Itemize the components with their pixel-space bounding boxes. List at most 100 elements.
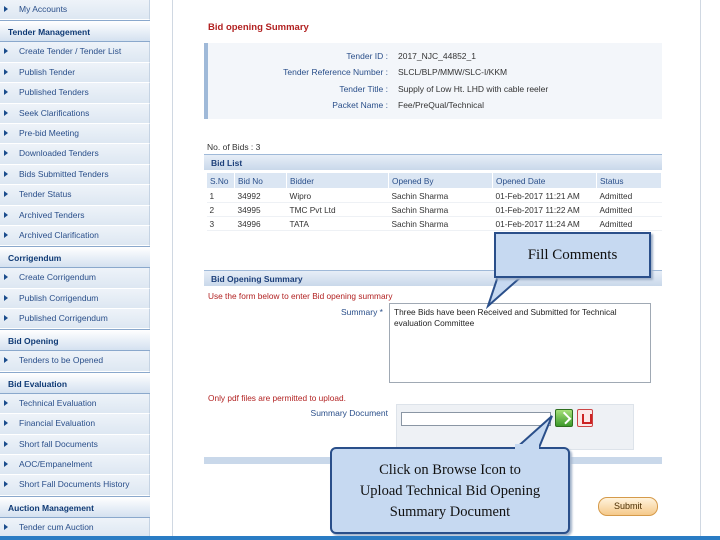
arrow-right-icon (4, 399, 8, 406)
sidebar-item-tenders-to-be-opened[interactable]: Tenders to be Opened (0, 351, 150, 372)
sidebar-item-label: Financial Evaluation (19, 418, 96, 429)
table-cell: 01-Feb-2017 11:22 AM (492, 202, 597, 217)
table-row: 3 34996 TATA Sachin Sharma 01-Feb-2017 1… (206, 216, 662, 231)
tender-ref-label: Tender Reference Number : (283, 67, 388, 77)
sidebar-item-label: Downloaded Tenders (19, 148, 99, 159)
arrow-right-icon (4, 150, 8, 157)
arrow-right-icon (4, 231, 8, 238)
pdf-only-notice: Only pdf files are permitted to upload. (208, 393, 346, 403)
arrow-right-icon (4, 523, 8, 530)
sidebar-item-publish-tender[interactable]: Publish Tender (0, 62, 150, 84)
column-header: S.No (206, 172, 235, 189)
sidebar-item-label: Tenders to be Opened (19, 355, 104, 366)
sidebar-item-label: Bids Submitted Tenders (19, 168, 109, 179)
sidebar-item-short-fall-documents[interactable]: Short fall Documents (0, 434, 150, 456)
sidebar-item-label: Create Corrigendum (19, 272, 97, 283)
sidebar-item-label: Tender cum Auction (19, 521, 94, 532)
table-cell: TATA (286, 216, 389, 231)
table-row: 1 34992 Wipro Sachin Sharma 01-Feb-2017 … (206, 188, 662, 203)
sidebar-item-label: Published Tenders (19, 87, 89, 98)
sidebar-heading-label: Bid Opening (8, 336, 59, 347)
table-row: 2 34995 TMC Pvt Ltd Sachin Sharma 01-Feb… (206, 202, 662, 217)
packet-name-label: Packet Name : (332, 100, 388, 110)
bid-list-header: Bid List (204, 154, 662, 170)
content-divider (172, 0, 173, 540)
sidebar-item-published-corrigendum[interactable]: Published Corrigendum (0, 309, 150, 330)
sidebar-item-publish-corrigendum[interactable]: Publish Corrigendum (0, 288, 150, 310)
table-cell: Sachin Sharma (388, 216, 493, 231)
sidebar-heading-corrigendum: Corrigendum (0, 246, 150, 269)
tender-title-label: Tender Title : (339, 84, 388, 94)
sidebar-item-archived-tenders[interactable]: Archived Tenders (0, 205, 150, 226)
table-cell: 34992 (234, 188, 287, 203)
sidebar-item-tender-status[interactable]: Tender Status (0, 185, 150, 206)
delete-icon[interactable] (577, 409, 593, 427)
sidebar-heading-bid-evaluation: Bid Evaluation (0, 371, 150, 394)
sidebar-heading-label: Corrigendum (8, 253, 62, 264)
arrow-right-icon (4, 109, 8, 116)
tender-title-value: Supply of Low Ht. LHD with cable reeler (398, 84, 549, 94)
arrow-right-icon (4, 357, 8, 364)
column-header: Opened By (388, 172, 493, 189)
tender-ref-value: SLCL/BLP/MMW/SLC-I/KKM (398, 67, 508, 77)
table-cell: 2 (206, 202, 235, 217)
sidebar-heading-label: Bid Evaluation (8, 378, 68, 389)
sidebar-item-financial-evaluation[interactable]: Financial Evaluation (0, 414, 150, 435)
table-cell: Admitted (596, 188, 662, 203)
sidebar-item-pre-bid-meeting[interactable]: Pre-bid Meeting (0, 123, 150, 145)
bid-list-heading: Bid List (211, 158, 243, 168)
callout-tail-joint (515, 444, 539, 450)
sidebar-item-label: Archived Tenders (19, 209, 85, 220)
table-cell: 01-Feb-2017 11:24 AM (492, 216, 597, 231)
summary-textarea[interactable]: Three Bids have been Received and Submit… (389, 303, 651, 383)
tender-summary-box: Tender ID : 2017_NJC_44852_1 Tender Refe… (204, 43, 662, 119)
bid-list-table: S.No Bid No Bidder Opened By Opened Date… (206, 172, 662, 231)
arrow-right-icon (4, 48, 8, 55)
sidebar-heading-bid-opening: Bid Opening (0, 329, 150, 352)
arrow-right-icon (4, 211, 8, 218)
sidebar-item-short-fall-documents-history[interactable]: Short Fall Documents History (0, 475, 150, 496)
sidebar-item-label: My Accounts (19, 4, 68, 14)
sidebar-item-label: AOC/Empanelment (19, 459, 93, 470)
sidebar-item-downloaded-tenders[interactable]: Downloaded Tenders (0, 144, 150, 165)
callout-browse-upload: Click on Browse Icon to Upload Technical… (330, 447, 570, 534)
table-cell: 1 (206, 188, 235, 203)
sidebar-item-seek-clarifications[interactable]: Seek Clarifications (0, 103, 150, 124)
sidebar-heading-label: Auction Management (8, 502, 94, 513)
table-cell: Sachin Sharma (388, 202, 493, 217)
column-header: Bid No (234, 172, 287, 189)
arrow-right-icon (4, 294, 8, 301)
sidebar-item-label: Short Fall Documents History (19, 479, 130, 490)
sidebar-item-archived-clarification[interactable]: Archived Clarification (0, 225, 150, 247)
table-cell: Sachin Sharma (388, 188, 493, 203)
callout-line: Upload Technical Bid Opening (359, 483, 541, 499)
sidebar-item-label: Publish Corrigendum (19, 292, 99, 303)
sidebar-item-bids-submitted-tenders[interactable]: Bids Submitted Tenders (0, 164, 150, 186)
arrow-right-icon (4, 68, 8, 75)
packet-name-value: Fee/PreQual/Technical (398, 100, 484, 110)
sidebar-item-published-tenders[interactable]: Published Tenders (0, 83, 150, 104)
table-cell: 01-Feb-2017 11:21 AM (492, 188, 597, 203)
table-cell: Wipro (286, 188, 389, 203)
content-divider-right (700, 0, 701, 540)
sidebar-item-my-accounts[interactable]: My Accounts (0, 0, 150, 21)
sidebar-item-label: Archived Clarification (19, 229, 99, 240)
column-header: Status (596, 172, 662, 189)
callout-line: Summary Document (389, 504, 511, 520)
sidebar-item-technical-evaluation[interactable]: Technical Evaluation (0, 393, 150, 415)
summary-label: Summary * (340, 307, 383, 317)
sidebar-item-label: Create Tender / Tender List (19, 46, 122, 57)
arrow-right-icon (4, 129, 8, 136)
arrow-right-icon (4, 461, 8, 468)
sidebar-heading-label: Tender Management (8, 27, 91, 38)
submit-button[interactable]: Submit (598, 497, 658, 516)
sidebar-item-create-tender[interactable]: Create Tender / Tender List (0, 42, 150, 63)
column-header: Opened Date (492, 172, 597, 189)
arrow-right-icon (4, 89, 8, 96)
arrow-right-icon (4, 481, 8, 488)
sidebar-item-create-corrigendum[interactable]: Create Corrigendum (0, 268, 150, 289)
form-hint: Use the form below to enter Bid opening … (208, 291, 393, 301)
sidebar-item-aoc-empanelment[interactable]: AOC/Empanelment (0, 455, 150, 476)
no-of-bids: No. of Bids : 3 (207, 142, 261, 152)
sidebar-item-label: Short fall Documents (19, 438, 98, 449)
